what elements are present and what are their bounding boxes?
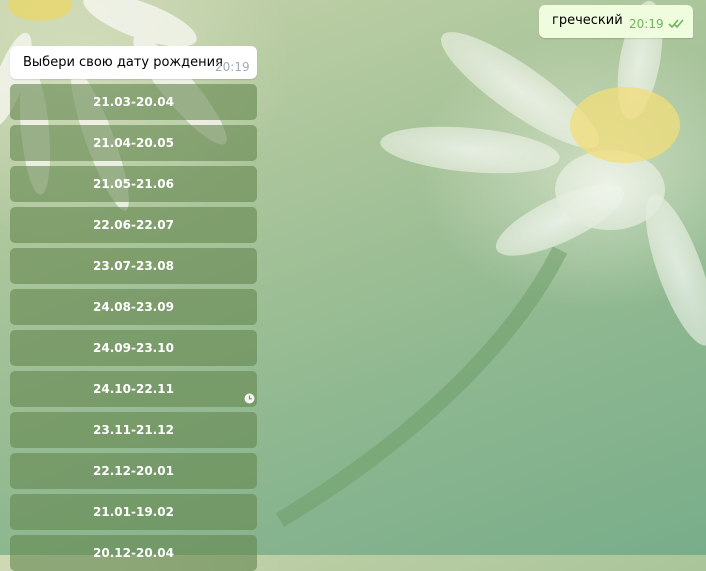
- keyboard-button[interactable]: 21.04-20.05: [10, 125, 257, 161]
- keyboard-button[interactable]: 20.12-20.04: [10, 535, 257, 571]
- keyboard-button[interactable]: 21.01-19.02: [10, 494, 257, 530]
- keyboard-button[interactable]: 24.09-23.10: [10, 330, 257, 366]
- keyboard-button[interactable]: 23.11-21.12: [10, 412, 257, 448]
- message-time: 20:19: [629, 17, 664, 31]
- double-check-icon: [668, 19, 684, 29]
- keyboard-button[interactable]: 21.05-21.06: [10, 166, 257, 202]
- keyboard-button[interactable]: 24.08-23.09: [10, 289, 257, 325]
- keyboard-button[interactable]: 23.07-23.08: [10, 248, 257, 284]
- keyboard-button[interactable]: 24.10-22.11: [10, 371, 257, 407]
- message-time: 20:19: [215, 60, 250, 74]
- keyboard-button[interactable]: 22.06-22.07: [10, 207, 257, 243]
- incoming-message[interactable]: Выбери свою дату рождения 20:19: [10, 46, 257, 79]
- clock-icon: [244, 393, 255, 404]
- outgoing-message[interactable]: греческий 20:19: [539, 5, 693, 38]
- keyboard-button[interactable]: 21.03-20.04: [10, 84, 257, 120]
- message-text: Выбери свою дату рождения: [23, 55, 223, 70]
- keyboard-button[interactable]: 22.12-20.01: [10, 453, 257, 489]
- message-text: греческий: [552, 13, 623, 28]
